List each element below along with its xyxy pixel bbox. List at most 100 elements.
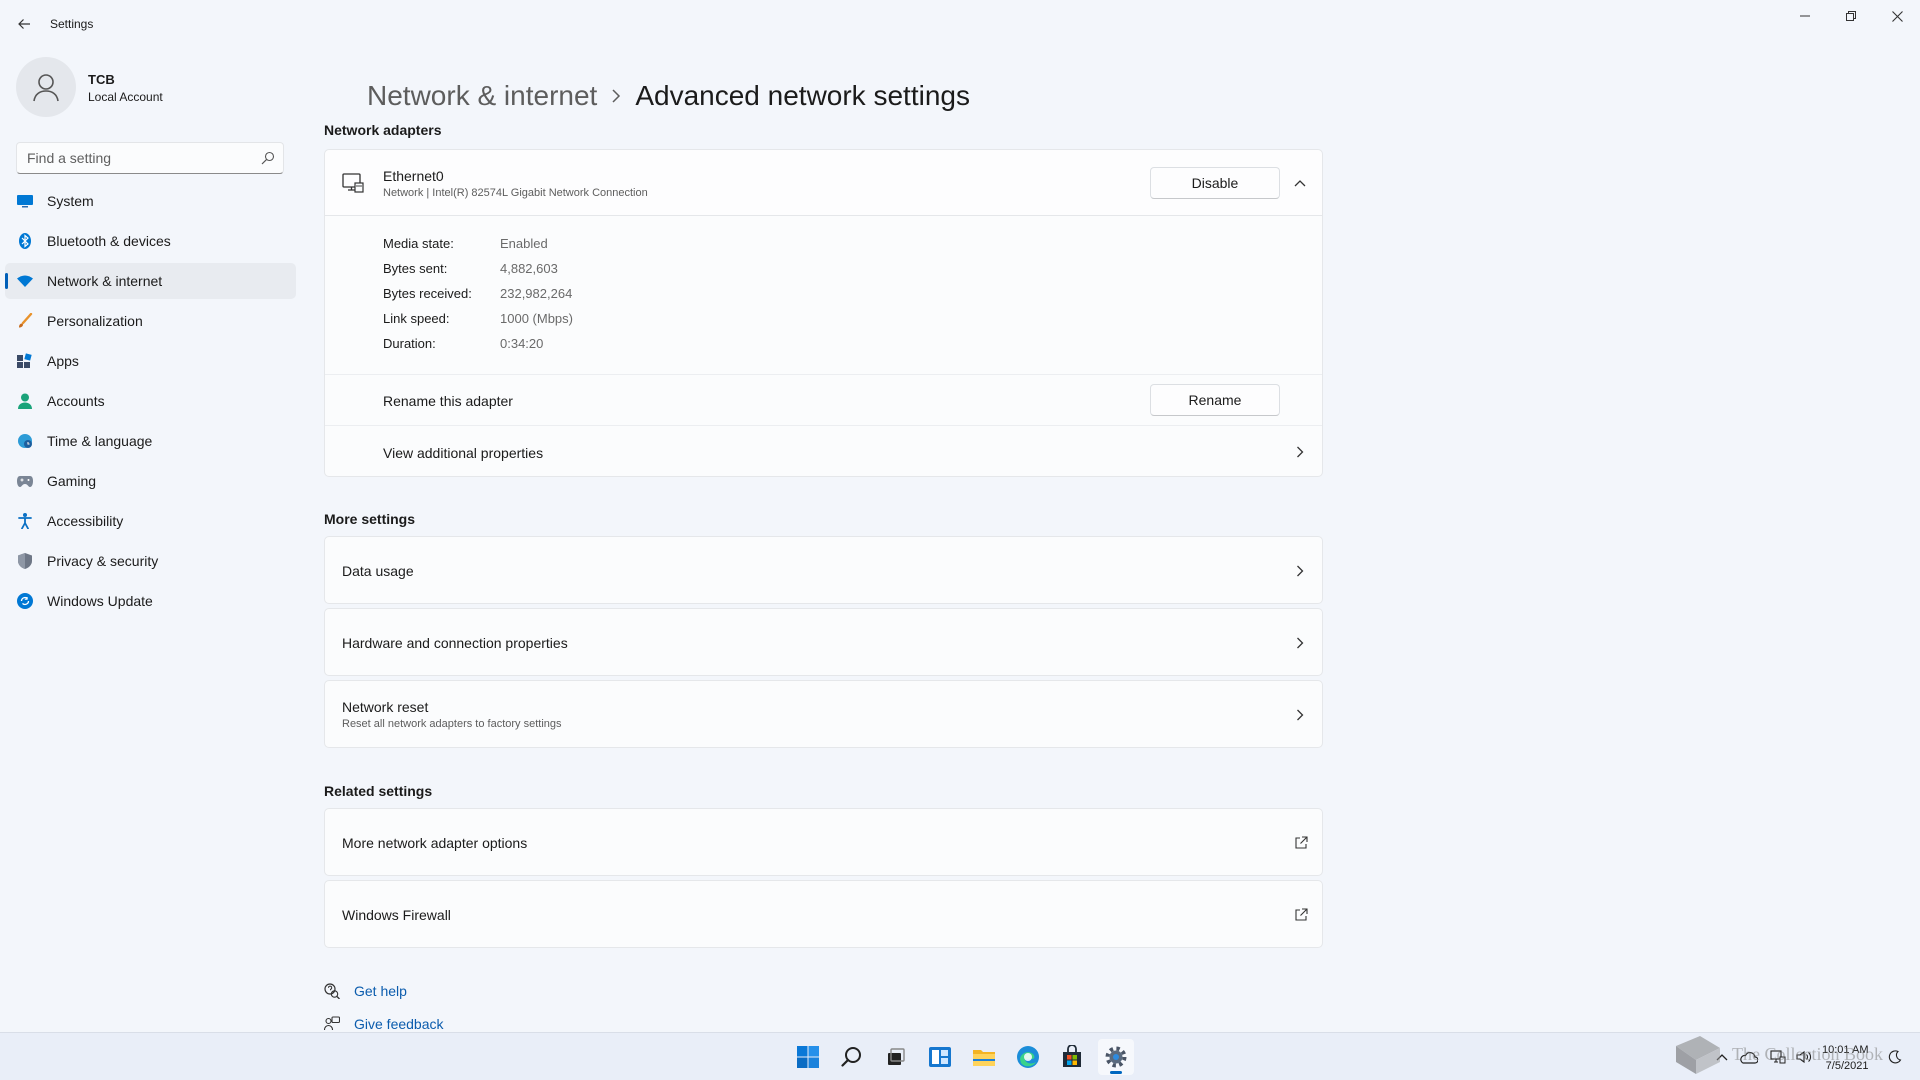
sidebar-item-label: Accounts — [47, 393, 105, 409]
chevron-up-icon[interactable] — [1294, 177, 1306, 189]
close-button[interactable] — [1874, 0, 1920, 32]
file-explorer-icon — [973, 1050, 995, 1066]
sidebar-nav: System Bluetooth & devices Network & int… — [5, 183, 296, 623]
sidebar-item-label: Time & language — [47, 433, 153, 449]
disable-button[interactable]: Disable — [1150, 167, 1280, 199]
edge-icon — [1017, 1046, 1039, 1068]
start-icon — [797, 1046, 819, 1068]
app-title: Settings — [50, 17, 94, 31]
file-explorer-button[interactable] — [966, 1039, 1002, 1075]
store-button[interactable] — [1054, 1039, 1090, 1075]
network-reset-text: Network reset Reset all network adapters… — [342, 699, 562, 730]
avatar — [16, 57, 76, 117]
taskbar-apps — [790, 1039, 1134, 1075]
get-help-link[interactable]: Get help — [324, 983, 407, 999]
breadcrumb: Network & internet Advanced network sett… — [367, 76, 970, 116]
sidebar-item-accessibility[interactable]: Accessibility — [5, 503, 296, 539]
search-icon[interactable] — [261, 151, 275, 165]
sidebar-item-accounts[interactable]: Accounts — [5, 383, 296, 419]
external-link-icon — [1295, 836, 1308, 849]
sidebar-item-network-internet[interactable]: Network & internet — [5, 263, 296, 299]
external-link-icon — [1295, 908, 1308, 921]
chevron-right-icon — [1294, 637, 1306, 649]
sidebar-item-windows-update[interactable]: Windows Update — [5, 583, 296, 619]
chevron-right-icon — [1294, 709, 1306, 721]
adapter-card: Ethernet0 Network | Intel(R) 82574L Giga… — [324, 149, 1323, 477]
watermark: The Collection Book — [1668, 1030, 1918, 1080]
search-icon — [841, 1047, 861, 1067]
network-reset-title: Network reset — [342, 699, 429, 715]
prop-label-media-state: Media state: — [383, 236, 454, 251]
bluetooth-icon — [17, 233, 33, 249]
prop-label-link-speed: Link speed: — [383, 311, 450, 326]
hardware-connection-properties-card[interactable]: Hardware and connection properties — [324, 608, 1323, 676]
edge-button[interactable] — [1010, 1039, 1046, 1075]
brush-icon — [17, 313, 33, 329]
task-view-button[interactable] — [878, 1039, 914, 1075]
sidebar-item-personalization[interactable]: Personalization — [5, 303, 296, 339]
sidebar-item-system[interactable]: System — [5, 183, 296, 219]
hardware-connection-properties-title: Hardware and connection properties — [342, 635, 568, 651]
back-button[interactable] — [10, 10, 38, 38]
feedback-icon — [324, 1016, 340, 1031]
prop-label-bytes-sent: Bytes sent: — [383, 261, 448, 276]
adapter-description: Network | Intel(R) 82574L Gigabit Networ… — [383, 187, 648, 199]
sidebar-item-label: Network & internet — [47, 273, 163, 289]
shield-icon — [17, 553, 33, 569]
prop-label-bytes-received: Bytes received: — [383, 286, 472, 301]
taskbar-search-button[interactable] — [834, 1039, 870, 1075]
sidebar-item-label: Accessibility — [47, 513, 124, 529]
windows-firewall-title: Windows Firewall — [342, 907, 451, 923]
section-title-related-settings: Related settings — [324, 783, 433, 799]
rename-button[interactable]: Rename — [1150, 384, 1280, 416]
sidebar-item-label: System — [47, 193, 94, 209]
sidebar-item-bluetooth-devices[interactable]: Bluetooth & devices — [5, 223, 296, 259]
sidebar-item-label: Gaming — [47, 473, 97, 489]
profile-account-type: Local Account — [88, 90, 163, 104]
apps-icon — [17, 353, 33, 369]
give-feedback-link[interactable]: Give feedback — [324, 1016, 444, 1032]
monitor-icon — [17, 193, 33, 209]
book-logo-icon — [1676, 1036, 1720, 1074]
view-additional-properties-row[interactable]: View additional properties — [325, 425, 1322, 477]
adapter-header[interactable]: Ethernet0 Network | Intel(R) 82574L Giga… — [325, 150, 1322, 216]
prop-value-link-speed: 1000 (Mbps) — [500, 311, 573, 326]
rename-label: Rename this adapter — [383, 393, 513, 409]
search-input[interactable] — [17, 143, 247, 173]
chevron-right-icon — [1294, 565, 1306, 577]
sidebar-item-apps[interactable]: Apps — [5, 343, 296, 379]
sidebar-item-label: Personalization — [47, 313, 143, 329]
prop-value-duration: 0:34:20 — [500, 336, 544, 351]
prop-value-media-state: Enabled — [500, 236, 548, 251]
give-feedback-label: Give feedback — [354, 1016, 444, 1032]
sidebar-item-time-language[interactable]: Time & language — [5, 423, 296, 459]
back-arrow-icon — [18, 19, 30, 29]
user-profile[interactable]: TCB Local Account — [16, 57, 286, 117]
accessibility-icon — [17, 513, 33, 529]
search-box[interactable] — [16, 142, 284, 174]
widgets-icon — [929, 1047, 951, 1067]
ethernet-adapter-icon — [342, 173, 364, 193]
network-reset-card[interactable]: Network reset Reset all network adapters… — [324, 680, 1323, 748]
data-usage-card[interactable]: Data usage — [324, 536, 1323, 604]
restore-button[interactable] — [1828, 0, 1874, 32]
person-icon — [17, 393, 33, 409]
more-network-adapter-options-card[interactable]: More network adapter options — [324, 808, 1323, 876]
breadcrumb-parent-link[interactable]: Network & internet — [367, 80, 597, 112]
sidebar-item-gaming[interactable]: Gaming — [5, 463, 296, 499]
sidebar-item-label: Privacy & security — [47, 553, 159, 569]
widgets-button[interactable] — [922, 1039, 958, 1075]
store-icon — [1063, 1045, 1081, 1067]
minimize-button[interactable] — [1782, 0, 1828, 32]
profile-name: TCB — [88, 72, 115, 87]
windows-firewall-card[interactable]: Windows Firewall — [324, 880, 1323, 948]
more-network-adapter-options-title: More network adapter options — [342, 835, 528, 851]
wifi-icon — [17, 273, 33, 289]
get-help-label: Get help — [354, 983, 407, 999]
sidebar-item-privacy-security[interactable]: Privacy & security — [5, 543, 296, 579]
settings-taskbar-button[interactable] — [1098, 1039, 1134, 1075]
person-avatar-icon — [33, 74, 59, 102]
rename-row: Rename this adapter Rename — [325, 374, 1322, 425]
gamepad-icon — [17, 473, 33, 489]
start-button[interactable] — [790, 1039, 826, 1075]
